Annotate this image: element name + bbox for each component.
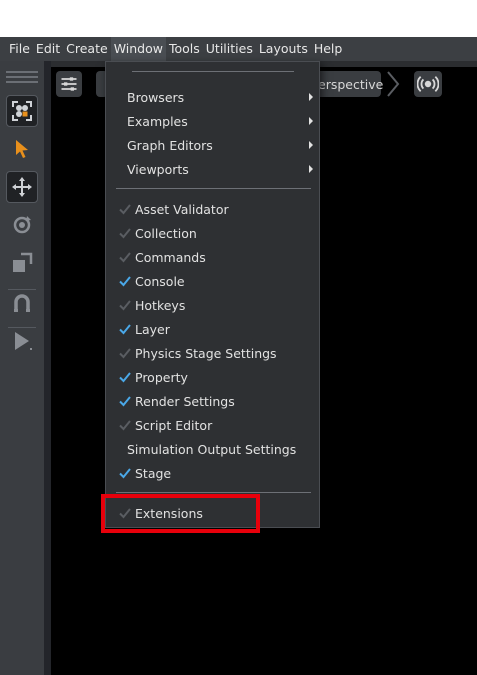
menu-item-label: Render Settings: [135, 393, 235, 409]
settings-sliders-icon: [61, 77, 77, 91]
move-tool-button[interactable]: [6, 171, 38, 203]
menu-item-label: Layer: [135, 321, 170, 337]
menu-item-label: Asset Validator: [135, 201, 229, 217]
checkmark-icon: [118, 202, 132, 216]
menu-item-hotkeys[interactable]: Hotkeys: [106, 293, 319, 317]
toolbar-edge: [44, 61, 51, 675]
breadcrumb-chevron-icon: [386, 71, 400, 97]
rotate-tool-button[interactable]: [6, 209, 38, 241]
menu-item-commands[interactable]: Commands: [106, 245, 319, 269]
checkmark-icon: [118, 250, 132, 264]
checkmark-icon: [118, 322, 132, 336]
menu-item-label: Physics Stage Settings: [135, 345, 277, 361]
move-icon: [12, 177, 32, 197]
tear-off-line[interactable]: [132, 71, 294, 72]
scale-tool-button[interactable]: [6, 247, 38, 279]
checkmark-icon: [118, 346, 132, 360]
menu-utilities[interactable]: Utilities: [203, 37, 256, 61]
broadcast-icon: [417, 76, 439, 92]
play-button[interactable]: [6, 325, 38, 357]
menu-item-graph-editors[interactable]: Graph Editors: [106, 133, 319, 157]
select-icon: [12, 101, 32, 121]
left-toolbar: [0, 61, 46, 675]
menu-item-label: Hotkeys: [135, 297, 186, 313]
snap-button[interactable]: [6, 287, 38, 319]
menu-item-label: Viewports: [127, 161, 189, 177]
menu-item-viewports[interactable]: Viewports: [106, 157, 319, 181]
menu-item-label: Stage: [135, 465, 172, 481]
submenu-arrow-icon: [309, 117, 313, 125]
main-menubar: File Edit Create Window Tools Utilities …: [0, 37, 477, 61]
menu-item-browsers[interactable]: Browsers: [106, 85, 319, 109]
snap-icon: [14, 294, 30, 312]
menu-item-stage[interactable]: Stage: [106, 461, 319, 485]
menu-edit[interactable]: Edit: [33, 37, 63, 61]
submenu-arrow-icon: [309, 141, 313, 149]
checkmark-icon: [118, 418, 132, 432]
menu-item-simulation-output-settings[interactable]: Simulation Output Settings: [106, 437, 319, 461]
camera-label: erspective: [318, 76, 384, 92]
toolbar-grip[interactable]: [6, 81, 38, 83]
menu-item-label: Collection: [135, 225, 197, 241]
pointer-tool-button[interactable]: [6, 133, 38, 165]
broadcast-button[interactable]: [414, 71, 442, 97]
menu-separator: [116, 188, 311, 189]
menu-item-render-settings[interactable]: Render Settings: [106, 389, 319, 413]
menu-item-label: Property: [135, 369, 188, 385]
checkmark-icon: [118, 226, 132, 240]
highlight-annotation: [101, 494, 260, 533]
menu-create[interactable]: Create: [63, 37, 111, 61]
window-menu-dropdown: Browsers Examples Graph Editors Viewport…: [105, 61, 320, 528]
menu-item-physics-stage-settings[interactable]: Physics Stage Settings: [106, 341, 319, 365]
menu-item-label: Commands: [135, 249, 206, 265]
menu-item-asset-validator[interactable]: Asset Validator: [106, 197, 319, 221]
select-mode-button[interactable]: [6, 95, 38, 127]
checkmark-icon: [118, 274, 132, 288]
scale-icon: [13, 252, 33, 272]
menu-item-console[interactable]: Console: [106, 269, 319, 293]
checkmark-icon: [118, 394, 132, 408]
menu-item-label: Examples: [127, 113, 188, 129]
rotate-icon: [13, 216, 31, 234]
menu-item-label: Simulation Output Settings: [127, 441, 297, 457]
menu-item-label: Browsers: [127, 89, 185, 105]
menu-item-layer[interactable]: Layer: [106, 317, 319, 341]
menu-item-label: Graph Editors: [127, 137, 213, 153]
pointer-icon: [16, 140, 28, 158]
menu-item-label: Console: [135, 273, 185, 289]
submenu-arrow-icon: [309, 93, 313, 101]
menu-item-property[interactable]: Property: [106, 365, 319, 389]
viewport-settings-button[interactable]: [56, 71, 82, 97]
menu-separator: [116, 492, 311, 493]
menu-window[interactable]: Window: [110, 37, 166, 61]
submenu-arrow-icon: [309, 165, 313, 173]
menu-help[interactable]: Help: [311, 37, 346, 61]
menu-item-script-editor[interactable]: Script Editor: [106, 413, 319, 437]
menu-tools[interactable]: Tools: [166, 37, 203, 61]
menu-file[interactable]: File: [6, 37, 33, 61]
toolbar-grip[interactable]: [6, 76, 38, 78]
checkmark-icon: [118, 298, 132, 312]
menu-item-examples[interactable]: Examples: [106, 109, 319, 133]
menu-item-label: Script Editor: [135, 417, 213, 433]
menu-item-collection[interactable]: Collection: [106, 221, 319, 245]
checkmark-icon: [118, 466, 132, 480]
checkmark-icon: [118, 370, 132, 384]
menu-layouts[interactable]: Layouts: [256, 37, 311, 61]
toolbar-grip[interactable]: [6, 71, 38, 73]
window-top-blank: [0, 0, 477, 37]
play-icon: [15, 332, 32, 350]
